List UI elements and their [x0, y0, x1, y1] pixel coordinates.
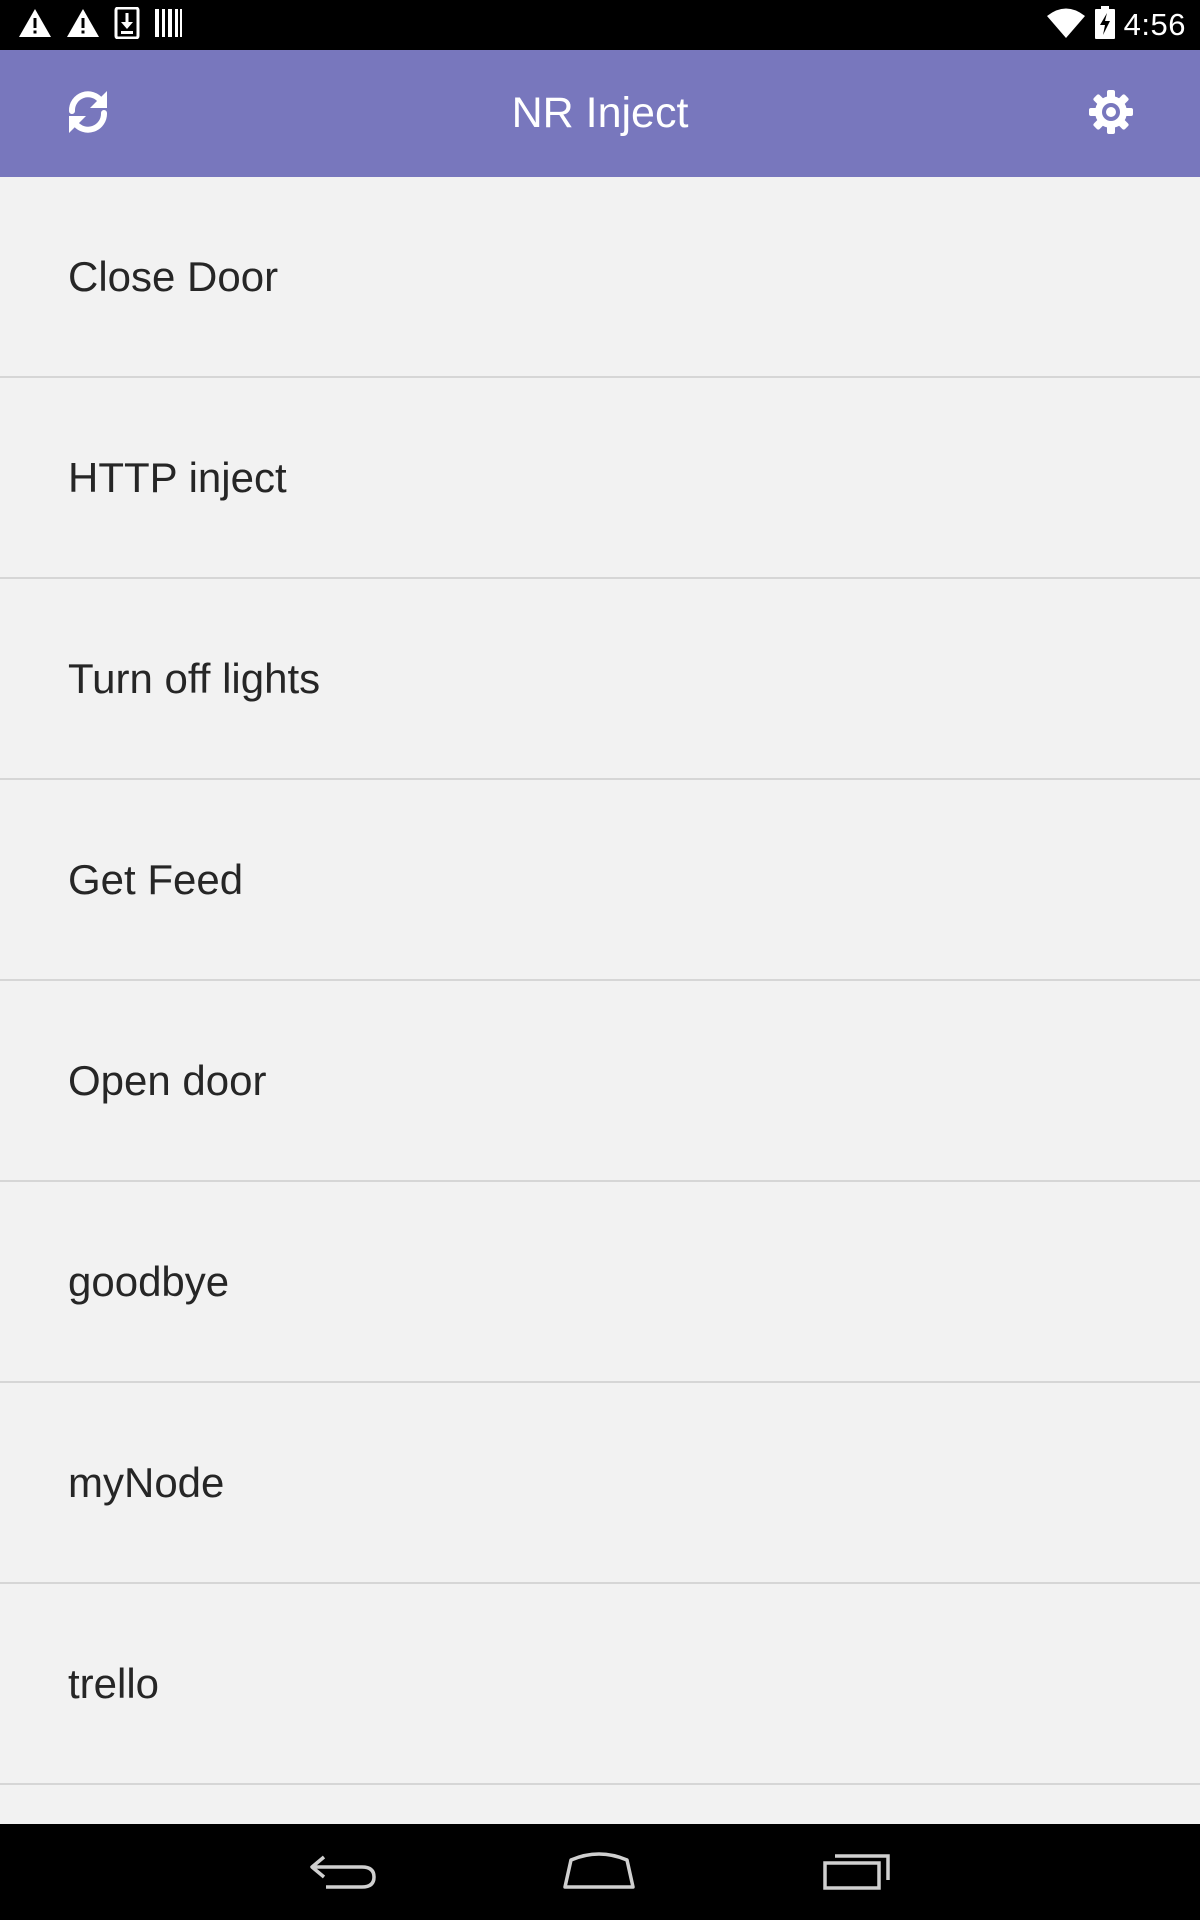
- status-bar: 4:56: [0, 0, 1200, 50]
- list-item-label: goodbye: [68, 1257, 230, 1305]
- list-item-label: Close Door: [68, 252, 279, 300]
- gear-icon: [1088, 89, 1134, 140]
- list-item-label: HTTP inject: [68, 453, 287, 501]
- list-item[interactable]: myNode: [0, 1383, 1200, 1584]
- recents-button[interactable]: [802, 1840, 912, 1904]
- list-item[interactable]: Turn off lights: [0, 579, 1200, 780]
- warning-icon: [66, 8, 100, 43]
- battery-charging-icon: [1094, 5, 1116, 45]
- home-icon: [562, 1850, 636, 1895]
- list-item[interactable]: Close Door: [0, 177, 1200, 378]
- refresh-button[interactable]: [52, 78, 124, 150]
- list-item[interactable]: Get Feed: [0, 780, 1200, 981]
- recents-icon: [822, 1850, 892, 1895]
- refresh-icon: [63, 87, 113, 142]
- page-title: NR Inject: [511, 89, 689, 137]
- home-button[interactable]: [544, 1840, 654, 1904]
- settings-button[interactable]: [1075, 78, 1147, 150]
- list-item[interactable]: goodbye: [0, 1182, 1200, 1383]
- list-item-label: trello: [68, 1659, 160, 1707]
- barcode-icon: [154, 8, 182, 43]
- wifi-icon: [1046, 7, 1086, 44]
- back-icon: [308, 1849, 378, 1896]
- list-item[interactable]: HTTP inject: [0, 378, 1200, 579]
- download-icon: [114, 6, 140, 44]
- list-item-label: Turn off lights: [68, 654, 321, 702]
- notification-icons: [18, 6, 182, 44]
- list-item-label: Get Feed: [68, 855, 244, 903]
- list-item[interactable]: trello: [0, 1584, 1200, 1785]
- system-indicators: 4:56: [1046, 5, 1186, 45]
- inject-list: Close Door HTTP inject Turn off lights G…: [0, 177, 1200, 1824]
- navigation-bar: [0, 1824, 1200, 1920]
- back-button[interactable]: [288, 1840, 398, 1904]
- list-item-label: myNode: [68, 1458, 225, 1506]
- warning-icon: [18, 8, 52, 43]
- list-item[interactable]: Open door: [0, 981, 1200, 1182]
- app-bar: NR Inject: [0, 50, 1200, 177]
- status-bar-time: 4:56: [1123, 7, 1186, 42]
- phone-screen: 4:56 NR Inject Close Door HTTP inject Tu…: [0, 0, 1200, 1920]
- list-item-label: Open door: [68, 1056, 267, 1104]
